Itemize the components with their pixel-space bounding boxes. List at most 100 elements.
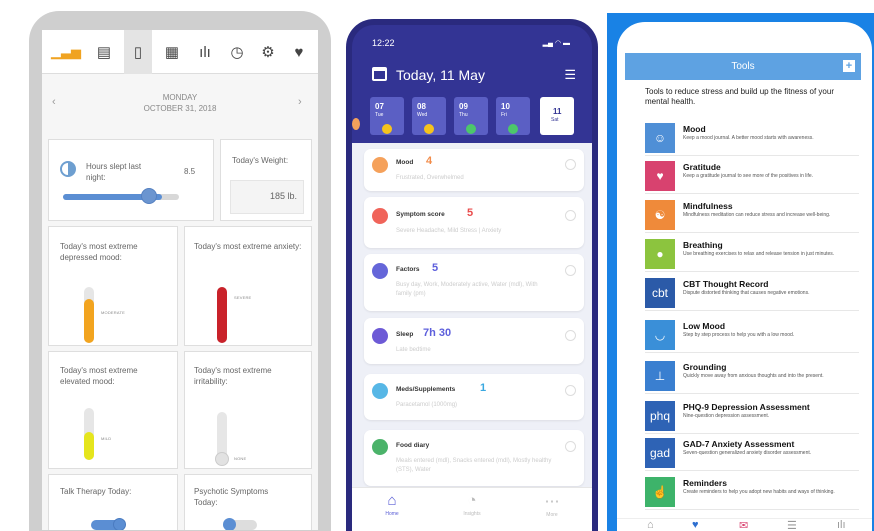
toolbar: ▁▃▅ ▤ ▯ ▦ ılı ◷ ⚙ ♥ [42, 30, 318, 74]
hours-slept-knob[interactable] [141, 188, 157, 204]
symptom-icon [372, 208, 388, 224]
moon-icon [60, 161, 76, 177]
tool-name: Gratitude [683, 162, 721, 172]
mood-dot [508, 124, 518, 134]
log-item-subtitle: Busy day, Work, Moderately active, Water… [396, 282, 538, 297]
elevated-mood-track[interactable] [84, 408, 94, 460]
irritability-track[interactable] [215, 412, 229, 466]
prev-day-indicator [352, 118, 360, 130]
day-sat-selected[interactable]: 11 Sat [540, 97, 574, 135]
weight-label: Today's Weight: [232, 156, 289, 165]
psychotic-toggle[interactable] [223, 518, 257, 530]
log-item-title: Symptom score [396, 211, 445, 218]
irritability-knob[interactable] [215, 452, 229, 466]
nav-more[interactable]: ⋯ More [532, 492, 572, 518]
add-icon[interactable]: + [843, 60, 855, 72]
weight-card: Today's Weight: 185 lb. [220, 139, 312, 221]
anxiety-level: SEVERE [234, 295, 252, 300]
anxiety-card: Today's most extreme anxiety: SEVERE [184, 226, 312, 346]
log-item-title: Mood [396, 159, 414, 166]
bar-chart-icon[interactable]: ▁▃▅ [51, 42, 81, 62]
nav-insights[interactable]: ◔ Insights [452, 492, 492, 517]
log-item-title: Meds/Supplements [396, 386, 456, 393]
elevated-mood-fill [84, 432, 94, 460]
check-icon[interactable] [565, 441, 576, 452]
chat-icon[interactable]: ✉ [739, 519, 748, 531]
hours-slept-slider[interactable] [63, 194, 179, 200]
tool-item[interactable]: ♥ Gratitude Keep a gratitude journal to se… [645, 157, 859, 194]
day-thu[interactable]: 09 Thu [454, 97, 488, 135]
depressed-mood-track[interactable] [84, 287, 94, 343]
day-wed[interactable]: 08 Wed [412, 97, 446, 135]
check-icon[interactable] [565, 330, 576, 341]
clock-icon[interactable]: ◷ [227, 42, 247, 62]
home-icon[interactable]: ⌂ [647, 519, 654, 531]
calendar-icon[interactable] [372, 67, 387, 81]
status-icons: ▂▄ ◠ ▬ [542, 40, 570, 47]
therapy-toggle[interactable] [91, 518, 126, 530]
tool-item[interactable]: cbt CBT Thought Record Dispute distorted t… [645, 274, 859, 311]
tool-icon: cbt [645, 278, 675, 308]
meds-icon [372, 383, 388, 399]
tool-icon: ☝ [645, 477, 675, 507]
list-icon[interactable]: ☰ [787, 519, 797, 531]
log-item-subtitle: Paracetamol (1000mg) [396, 402, 458, 408]
log-item-sleep[interactable]: Sleep 7h 30 Late bedtime [364, 318, 584, 364]
depressed-mood-card: Today's most extreme depressed mood: MOD… [48, 226, 178, 346]
check-icon[interactable] [565, 265, 576, 276]
tool-description: Create reminders to help you adopt new h… [683, 489, 835, 495]
tool-item[interactable]: gad GAD-7 Anxiety Assessment Seven-questio… [645, 434, 859, 471]
bars-icon[interactable]: ılı [195, 42, 215, 62]
tool-description: Seven-question generalized anxiety disor… [683, 450, 812, 456]
heart-icon[interactable]: ♥ [692, 519, 699, 531]
depressed-mood-level: MODERATE [101, 310, 125, 315]
menu-icon[interactable]: ☰ [564, 67, 576, 83]
log-item-meds[interactable]: Meds/Supplements 1 Paracetamol (1000mg) [364, 374, 584, 420]
day-fri[interactable]: 10 Fri [496, 97, 530, 135]
log-item-symptom-score[interactable]: Symptom score 5 Severe Headache, Mild St… [364, 197, 584, 248]
table-icon[interactable]: ▤ [94, 42, 114, 62]
log-item-factors[interactable]: Factors 5 Busy day, Work, Moderately act… [364, 254, 584, 311]
tool-item[interactable]: phq PHQ-9 Depression Assessment Nine-quest… [645, 397, 859, 434]
log-item-value: 5 [467, 207, 474, 219]
irritability-label: Today's most extreme irritability: [194, 366, 272, 386]
hours-slept-value: 8.5 [184, 167, 196, 176]
stats-icon[interactable]: ılı [837, 519, 846, 531]
tool-item[interactable]: ☺ Mood Keep a mood journal. A better mood … [645, 119, 859, 156]
anxiety-track[interactable] [217, 287, 227, 343]
weight-input[interactable]: 185 lb. [230, 180, 304, 214]
grid-icon[interactable]: ▦ [162, 42, 182, 62]
next-day-icon[interactable]: › [298, 96, 302, 108]
tools-screen: Tools + Tools to reduce stress and build… [617, 22, 872, 531]
day-tue[interactable]: 07 Tue [370, 97, 404, 135]
elevated-mood-level: MILD [101, 436, 112, 441]
nav-home[interactable]: ⌂ Home [372, 492, 412, 517]
log-item-title: Food diary [396, 442, 430, 449]
food-icon [372, 439, 388, 455]
heart-icon[interactable]: ♥ [289, 42, 309, 62]
log-item-subtitle: Severe Headache, Mild Stress | Anxiety [396, 228, 502, 234]
tool-name: Low Mood [683, 321, 726, 331]
check-icon[interactable] [565, 210, 576, 221]
gear-icon[interactable]: ⚙ [258, 42, 278, 62]
tool-item[interactable]: ● Breathing Use breathing exercises to rel… [645, 235, 859, 272]
log-item-value: 7h 30 [423, 327, 452, 339]
clipboard-icon[interactable]: ▯ [124, 30, 152, 74]
phone-daily-log: 12:22 ▂▄ ◠ ▬ Today, 11 May ☰ 07 Tue 08 Wed… [346, 19, 598, 531]
check-icon[interactable] [565, 385, 576, 396]
tool-item[interactable]: ◡ Low Mood Step by step process to help yo… [645, 316, 859, 353]
tool-name: PHQ-9 Depression Assessment [683, 402, 810, 412]
tool-item[interactable]: ☝ Reminders Create reminders to help you a… [645, 473, 859, 510]
log-item-food-diary[interactable]: Food diary Meals entered (mdl), Snacks e… [364, 430, 584, 486]
tool-description: Quickly move away from anxious thoughts … [683, 373, 824, 379]
tool-item[interactable]: ⊥ Grounding Quickly move away from anxious… [645, 357, 859, 394]
date-label: OCTOBER 31, 2018 [143, 104, 217, 113]
log-item-mood[interactable]: Mood 4 Frustrated, Overwhelmed [364, 149, 584, 191]
tool-description: Step by step process to help you with a … [683, 332, 795, 338]
log-item-value: 1 [480, 382, 487, 394]
daily-log-screen: 12:22 ▂▄ ◠ ▬ Today, 11 May ☰ 07 Tue 08 Wed… [352, 25, 592, 531]
tool-item[interactable]: ☯ Mindfulness Mindfulness meditation can r… [645, 196, 859, 233]
check-icon[interactable] [565, 159, 576, 170]
tool-name: Mood [683, 124, 706, 134]
psychotic-label: Psychotic Symptoms Today: [194, 487, 269, 507]
